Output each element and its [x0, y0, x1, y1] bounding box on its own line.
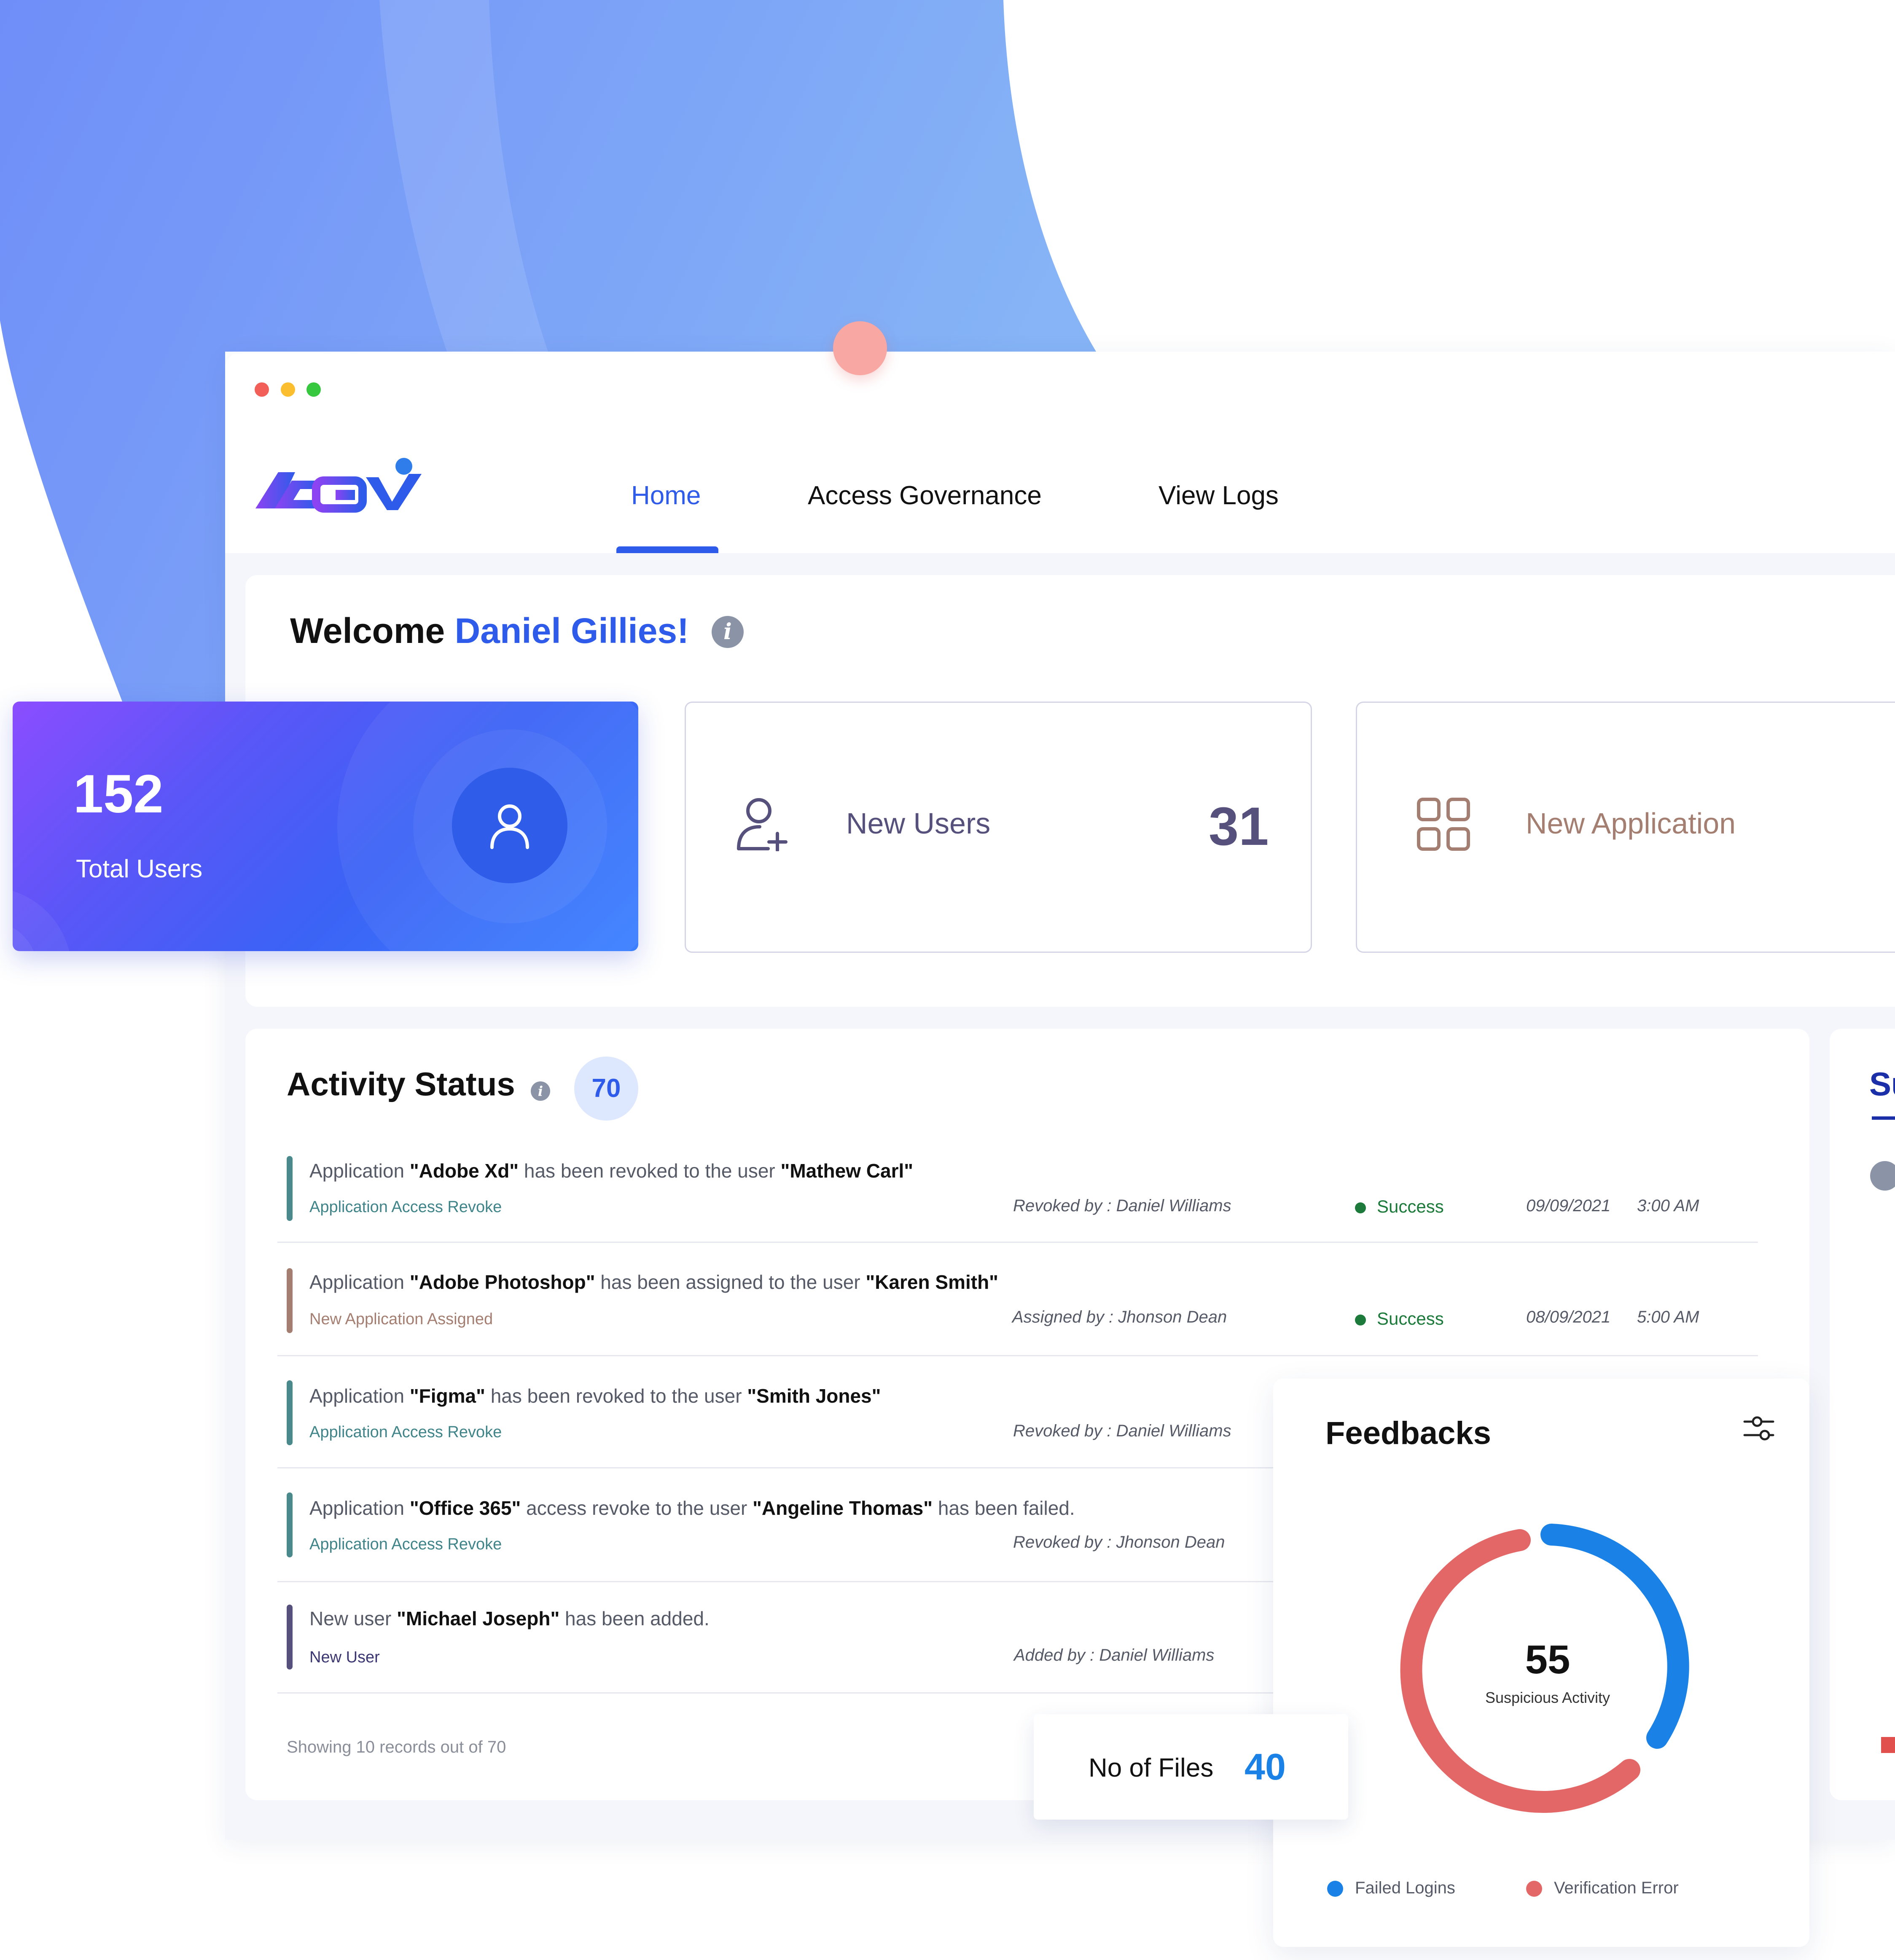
activity-row-title[interactable]: New user "Michael Joseph" has been added… [309, 1607, 710, 1630]
activity-row-time: 3:00 AM [1637, 1196, 1699, 1215]
total-users-label: Total Users [76, 855, 203, 883]
apps-grid-icon [1417, 798, 1470, 851]
total-users-card[interactable]: 152 Total Users [13, 702, 638, 951]
activity-row-time: 5:00 AM [1637, 1308, 1699, 1326]
maximize-window-button[interactable] [306, 382, 321, 397]
new-users-value: 31 [1209, 796, 1269, 857]
files-card[interactable]: No of Files 40 [1034, 1714, 1348, 1820]
filter-settings-icon[interactable] [1743, 1414, 1775, 1444]
activity-row-by: Revoked by : Jhonson Dean [1013, 1533, 1225, 1551]
legend-failed-logins: Failed Logins [1327, 1879, 1455, 1898]
app-header [225, 352, 1895, 553]
activity-row-type: New User [309, 1648, 380, 1666]
nav-view-logs[interactable]: View Logs [1159, 481, 1279, 511]
welcome-heading: Welcome Daniel Gillies! [290, 610, 689, 651]
side-panel-underline [1872, 1116, 1895, 1120]
new-users-card[interactable]: New Users 31 [685, 702, 1312, 953]
total-users-value: 152 [73, 764, 164, 824]
row-indicator [287, 1156, 293, 1221]
feedbacks-title: Feedbacks [1325, 1415, 1491, 1451]
add-user-icon [737, 798, 788, 851]
activity-title: Activity Status [287, 1065, 515, 1102]
new-application-card[interactable]: New Application [1356, 702, 1895, 953]
activity-row-type: Application Access Revoke [309, 1535, 502, 1553]
activity-info-icon[interactable]: i [531, 1081, 550, 1101]
activity-count-badge: 70 [574, 1057, 638, 1121]
failed-logins-arc [1540, 1524, 1689, 1749]
row-divider [277, 1581, 1289, 1582]
legend-verification-error: Verification Error [1526, 1879, 1679, 1898]
feedbacks-card: Feedbacks 55 Suspicious Activity Failed … [1273, 1379, 1809, 1947]
activity-row-title[interactable]: Application "Figma" has been revoked to … [309, 1385, 881, 1407]
activity-row-title[interactable]: Application "Office 365" access revoke t… [309, 1497, 1075, 1519]
new-application-label: New Application [1526, 807, 1736, 840]
activity-count: 70 [591, 1074, 621, 1103]
activity-row-type: Application Access Revoke [309, 1198, 502, 1216]
activity-row-title[interactable]: Application "Adobe Xd" has been revoked … [309, 1159, 913, 1182]
new-users-label: New Users [846, 807, 991, 840]
row-indicator [287, 1268, 293, 1333]
donut-center-label: Suspicious Activity [1485, 1689, 1610, 1706]
status-dot [1355, 1202, 1366, 1213]
row-divider [277, 1355, 1758, 1356]
legend-dot-blue [1327, 1881, 1343, 1897]
welcome-greeting: Welcome [290, 611, 445, 651]
row-indicator [287, 1380, 293, 1445]
user-icon [490, 804, 529, 849]
nav-home[interactable]: Home [631, 481, 701, 511]
minimize-window-button[interactable] [281, 382, 295, 397]
files-label: No of Files [1089, 1753, 1214, 1783]
row-divider [277, 1467, 1289, 1468]
status-dot [1355, 1314, 1366, 1325]
activity-row-by: Assigned by : Jhonson Dean [1012, 1308, 1227, 1326]
donut-center-value: 55 [1525, 1637, 1570, 1682]
files-value: 40 [1245, 1746, 1286, 1788]
activity-row-date: 08/09/2021 [1526, 1308, 1611, 1326]
welcome-user-name: Daniel Gillies! [454, 611, 689, 651]
nav-access-governance[interactable]: Access Governance [808, 481, 1042, 511]
side-panel [1830, 1029, 1895, 1800]
side-panel-marker [1881, 1737, 1895, 1753]
row-indicator [287, 1605, 293, 1670]
activity-row-title[interactable]: Application "Adobe Photoshop" has been a… [309, 1271, 998, 1293]
activity-row-date: 09/09/2021 [1526, 1196, 1611, 1215]
activity-row-by: Revoked by : Daniel Williams [1013, 1422, 1231, 1440]
nav-active-indicator [616, 546, 718, 553]
row-divider [277, 1242, 1758, 1243]
row-divider [277, 1692, 1289, 1694]
notification-dot[interactable] [833, 321, 887, 375]
legend-dot-red [1526, 1881, 1542, 1897]
activity-row-by: Revoked by : Daniel Williams [1013, 1196, 1231, 1215]
records-footer: Showing 10 records out of 70 [287, 1738, 506, 1756]
row-indicator [287, 1492, 293, 1557]
user-avatar-circle [452, 768, 567, 883]
activity-row-type: Application Access Revoke [309, 1423, 502, 1441]
agov-logo[interactable] [253, 455, 438, 514]
close-window-button[interactable] [255, 382, 269, 397]
status-badge: Success [1355, 1196, 1444, 1217]
side-panel-title: Su [1869, 1065, 1895, 1102]
activity-row-type: New Application Assigned [309, 1310, 493, 1328]
status-badge: Success [1355, 1309, 1444, 1329]
info-icon[interactable]: i [712, 616, 744, 648]
activity-row-by: Added by : Daniel Williams [1014, 1646, 1215, 1664]
